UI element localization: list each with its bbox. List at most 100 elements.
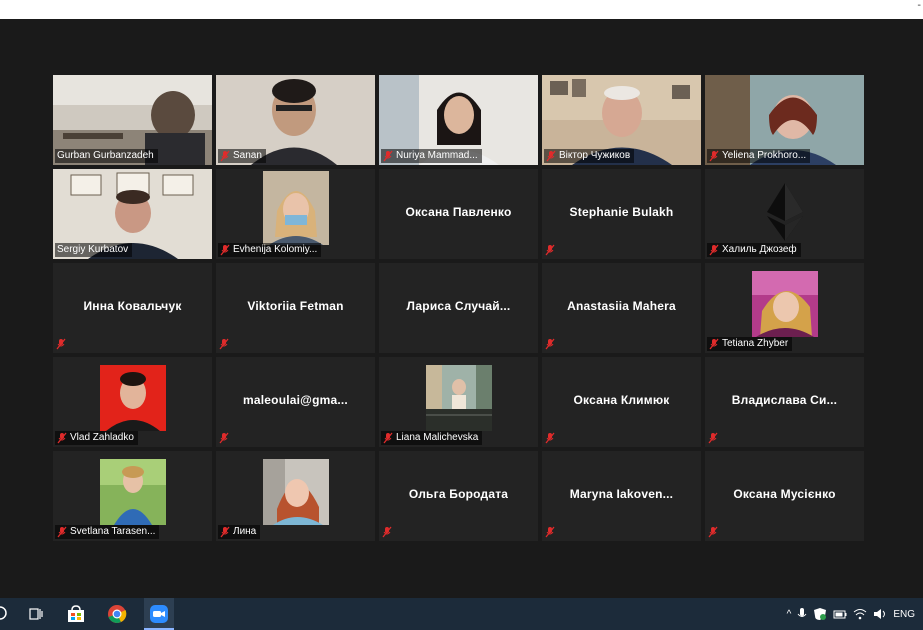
- participant-name: Tetiana Zhyber: [722, 338, 789, 349]
- participant-tile[interactable]: Лина: [216, 451, 375, 541]
- system-tray: ^ ENG: [787, 598, 915, 630]
- muted-mic-icon: [57, 526, 67, 538]
- wifi-icon[interactable]: [853, 607, 867, 621]
- participant-name-label: Svetlana Tarasen...: [55, 525, 160, 539]
- chrome-icon[interactable]: [107, 604, 127, 624]
- muted-mic-icon: [708, 526, 718, 538]
- participant-tile[interactable]: Ольга Бородата: [379, 451, 538, 541]
- muted-mic-icon: [545, 526, 555, 538]
- participant-tile[interactable]: Vlad Zahladko: [53, 357, 212, 447]
- participant-name: Халиль Джозеф: [722, 244, 797, 255]
- search-icon[interactable]: [0, 604, 12, 624]
- profile-photo: [751, 271, 818, 337]
- participant-tile[interactable]: Оксана Климюк: [542, 357, 701, 447]
- participant-tile[interactable]: Evhenija Kolomiy...: [216, 169, 375, 259]
- participant-name-label: Sergiy Kurbatov: [55, 243, 133, 257]
- participant-tile[interactable]: Gurban Gurbanzadeh: [53, 75, 212, 165]
- profile-photo: [99, 365, 166, 431]
- muted-mic-icon: [545, 244, 555, 256]
- zoom-icon: [150, 605, 168, 623]
- minimize-button[interactable]: -: [917, 0, 921, 12]
- participant-name: Gurban Gurbanzadeh: [57, 150, 154, 161]
- participant-tile[interactable]: Халиль Джозеф: [705, 169, 864, 259]
- participant-name: Оксана Мусієнко: [733, 487, 836, 501]
- microphone-icon[interactable]: [797, 607, 807, 621]
- participant-tile[interactable]: Инна Ковальчук: [53, 263, 212, 353]
- participant-tile[interactable]: Liana Malichevska: [379, 357, 538, 447]
- participant-name: Maryna Iakoven...: [569, 487, 674, 501]
- participant-name-label: Yeliena Prokhoro...: [707, 149, 811, 163]
- profile-photo: [99, 459, 166, 525]
- profile-photo: [425, 365, 492, 431]
- language-indicator[interactable]: ENG: [893, 609, 915, 620]
- muted-mic-icon: [546, 150, 556, 162]
- participant-name-label: Халиль Джозеф: [707, 243, 801, 257]
- participant-name: Yeliena Prokhoro...: [722, 150, 807, 161]
- muted-mic-icon: [709, 150, 719, 162]
- participant-name: Svetlana Tarasen...: [70, 526, 156, 537]
- muted-mic-icon: [709, 244, 719, 256]
- participant-tile[interactable]: Sanan: [216, 75, 375, 165]
- participant-name-label: Лина: [218, 525, 261, 539]
- participant-name-label: Gurban Gurbanzadeh: [55, 149, 158, 163]
- participant-name: Viktoriia Fetman: [247, 299, 344, 313]
- participant-tile[interactable]: Лариса Случай...: [379, 263, 538, 353]
- participant-name: Stephanie Bulakh: [569, 205, 674, 219]
- participant-name: Оксана Климюк: [573, 393, 670, 407]
- participant-tile[interactable]: Владислава Си...: [705, 357, 864, 447]
- muted-mic-icon: [382, 526, 392, 538]
- tray-chevron-icon[interactable]: ^: [787, 609, 792, 620]
- participant-tile[interactable]: Stephanie Bulakh: [542, 169, 701, 259]
- store-icon[interactable]: [66, 604, 86, 624]
- muted-mic-icon: [219, 338, 229, 350]
- participant-name: maleoulai@gma...: [243, 393, 348, 407]
- participant-tile[interactable]: Yeliena Prokhoro...: [705, 75, 864, 165]
- participant-name: Sergiy Kurbatov: [57, 244, 129, 255]
- participant-gallery: Gurban Gurbanzadeh Sanan Nuriya Mammad..…: [53, 75, 864, 541]
- profile-photo: [262, 171, 329, 245]
- participant-tile[interactable]: Anastasiia Mahera: [542, 263, 701, 353]
- participant-tile[interactable]: Оксана Мусієнко: [705, 451, 864, 541]
- participant-name-label: Віктор Чужиков: [544, 149, 635, 163]
- participant-tile[interactable]: Viktoriia Fetman: [216, 263, 375, 353]
- participant-tile[interactable]: Svetlana Tarasen...: [53, 451, 212, 541]
- muted-mic-icon: [56, 338, 66, 350]
- muted-mic-icon: [57, 432, 67, 444]
- security-shield-icon[interactable]: [813, 607, 827, 621]
- participant-name: Инна Ковальчук: [83, 299, 182, 313]
- participant-tile[interactable]: Nuriya Mammad...: [379, 75, 538, 165]
- participant-name: Liana Malichevska: [396, 432, 479, 443]
- muted-mic-icon: [220, 150, 230, 162]
- participant-tile[interactable]: Sergiy Kurbatov: [53, 169, 212, 259]
- participant-name-label: Tetiana Zhyber: [707, 337, 793, 351]
- participant-tile[interactable]: Tetiana Zhyber: [705, 263, 864, 353]
- volume-icon[interactable]: [873, 607, 887, 621]
- participant-name: Sanan: [233, 150, 262, 161]
- participant-tile[interactable]: maleoulai@gma...: [216, 357, 375, 447]
- muted-mic-icon: [708, 432, 718, 444]
- participant-name: Evhenija Kolomiy...: [233, 244, 318, 255]
- windows-taskbar: ^ ENG: [0, 598, 923, 630]
- taskbar-zoom-active[interactable]: [144, 598, 174, 630]
- muted-mic-icon: [545, 432, 555, 444]
- meeting-stage: Gurban Gurbanzadeh Sanan Nuriya Mammad..…: [0, 19, 923, 598]
- participant-tile[interactable]: Maryna Iakoven...: [542, 451, 701, 541]
- participant-name: Віктор Чужиков: [559, 150, 631, 161]
- muted-mic-icon: [383, 150, 393, 162]
- participant-name: Nuriya Mammad...: [396, 150, 478, 161]
- participant-name-label: Vlad Zahladko: [55, 431, 138, 445]
- participant-name: Vlad Zahladko: [70, 432, 134, 443]
- participant-name: Лина: [233, 526, 257, 537]
- participant-tile[interactable]: Оксана Павленко: [379, 169, 538, 259]
- muted-mic-icon: [545, 338, 555, 350]
- participant-name: Оксана Павленко: [405, 205, 512, 219]
- window-title-bar: -: [0, 0, 923, 19]
- task-view-icon[interactable]: [26, 604, 46, 624]
- muted-mic-icon: [709, 338, 719, 350]
- battery-icon[interactable]: [833, 607, 847, 621]
- muted-mic-icon: [383, 432, 393, 444]
- participant-tile[interactable]: Віктор Чужиков: [542, 75, 701, 165]
- participant-name-label: Nuriya Mammad...: [381, 149, 482, 163]
- ethereum-avatar-icon: [767, 183, 803, 241]
- participant-name-label: Sanan: [218, 149, 266, 163]
